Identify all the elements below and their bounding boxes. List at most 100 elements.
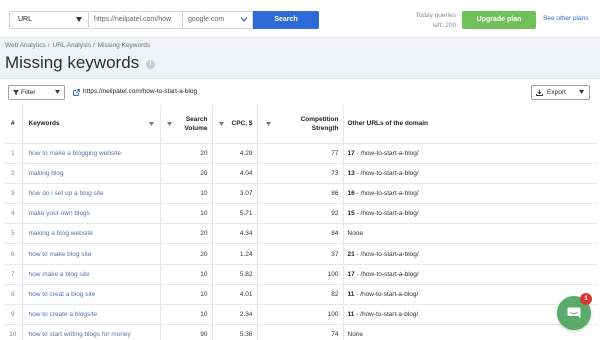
chevron-down-icon [241, 17, 247, 22]
other-urls-cell: 17 - /how-to-start-a-blog/ [343, 264, 598, 285]
export-label: Export [547, 89, 566, 96]
search-volume: 20 [160, 163, 213, 184]
other-urls-cell: 13 - /how-to-start-a-blog/ [343, 163, 598, 184]
other-url: - /how-to-start-a-blog/ [354, 189, 419, 197]
queries-label: Today queries [415, 12, 456, 19]
other-url: - /how-to-start-a-blog/ [354, 311, 419, 319]
other-urls-count: 13 [347, 169, 355, 177]
sort-icon[interactable] [265, 122, 271, 126]
keyword-link[interactable]: how to start writing blogs for money [22, 324, 161, 340]
competition-value: 100 [257, 264, 344, 285]
search-volume: 10 [160, 183, 213, 205]
header-search-volume[interactable]: Search Volume [160, 105, 213, 144]
header-keywords[interactable]: Keywords [22, 105, 161, 144]
row-number: 6 [4, 243, 23, 265]
table-row: 8 how to creat a blog site 10 4.01 82 11… [4, 284, 598, 306]
cpc-value: 4.29 [212, 143, 258, 164]
keyword-link[interactable]: how to make a blogging website [22, 143, 161, 164]
competition-value: 84 [257, 223, 344, 245]
other-urls-count: 16 [347, 189, 355, 197]
keyword-link[interactable]: making blog [22, 163, 161, 184]
sort-icon[interactable] [148, 122, 154, 126]
competition-value: 77 [257, 143, 344, 164]
table-row: 5 making a blog website 20 4.34 84 None [4, 223, 598, 245]
header-cpc[interactable]: CPC, $ [212, 105, 258, 144]
other-urls-none: None [347, 331, 364, 339]
search-volume: 20 [160, 143, 213, 164]
keyword-link[interactable]: how to create a blogsite [22, 304, 161, 326]
sort-icon[interactable] [166, 122, 172, 126]
other-url: - /how-to-start-a-blog/ [354, 290, 419, 298]
search-volume: 10 [160, 264, 213, 285]
table-row: 2 making blog 20 4.04 73 13 - /how-to-st… [4, 163, 598, 184]
search-volume: 10 [160, 304, 213, 326]
other-url: - /how-to-start-a-blog/ [354, 169, 419, 177]
table-row: 9 how to create a blogsite 10 2.34 100 1… [4, 304, 598, 326]
other-urls-none: None [347, 230, 364, 238]
competition-value: 82 [257, 284, 344, 306]
keyword-link[interactable]: how do i set up a blog site [22, 183, 161, 205]
row-number: 8 [4, 284, 23, 306]
competition-value: 92 [257, 203, 344, 225]
breadcrumb: Web Analytics / URL Analysis / Missing Keywo… [5, 42, 151, 49]
keyword-link[interactable]: how to creat a blog site [22, 284, 161, 306]
filter-button[interactable]: Filter [8, 85, 65, 100]
queries-count: left: 200 [432, 22, 456, 29]
notification-badge: 1 [580, 293, 592, 305]
competition-value: 37 [257, 243, 344, 265]
chevron-down-icon [76, 17, 82, 22]
search-mode-value: URL [18, 16, 33, 23]
other-urls-cell: 21 - /how-to-start-a-blog/ [343, 243, 598, 265]
search-engine-select[interactable]: google.com [183, 11, 253, 29]
row-number: 7 [4, 264, 23, 285]
cpc-value: 5.82 [212, 264, 258, 285]
other-urls-cell: 15 - /how-to-start-a-blog/ [343, 203, 598, 225]
table-row: 6 how to make blog site 20 1.24 37 21 - … [4, 243, 598, 265]
page-title: Missing keywords [5, 53, 140, 72]
header-competition[interactable]: Competition Strength [257, 105, 344, 144]
sort-icon[interactable] [218, 122, 224, 126]
cpc-value: 4.34 [212, 223, 258, 245]
search-volume: 90 [160, 324, 213, 340]
upgrade-plan-button[interactable]: Upgrade plan [462, 11, 536, 29]
other-urls-count: 17 [347, 270, 355, 278]
top-search-bar: URL https://neilpatel.com/how google.com… [0, 0, 600, 38]
cpc-value: 1.24 [212, 243, 258, 265]
competition-value: 74 [257, 324, 344, 340]
competition-value: 100 [257, 304, 344, 326]
breadcrumb-item[interactable]: URL Analysis [53, 42, 91, 49]
results-panel: Filter https://neilpatel.com/how-to-star… [0, 78, 600, 340]
chevron-down-icon [579, 90, 584, 94]
url-input[interactable]: https://neilpatel.com/how [90, 11, 183, 29]
export-button[interactable]: Export [531, 85, 590, 100]
info-icon[interactable]: i [146, 60, 155, 69]
cpc-value: 5.36 [212, 324, 258, 340]
breadcrumb-item[interactable]: Web Analytics [5, 42, 46, 49]
link-icon [73, 89, 80, 96]
keyword-link[interactable]: make your own blogs [22, 203, 161, 225]
keyword-link[interactable]: how to make blog site [22, 243, 161, 265]
see-other-plans-link[interactable]: See other plans [543, 15, 589, 22]
row-number: 1 [4, 143, 23, 164]
cpc-value: 4.01 [212, 284, 258, 306]
table-row: 10 how to start writing blogs for money … [4, 324, 598, 340]
row-number: 5 [4, 223, 23, 245]
search-button[interactable]: Search [253, 11, 319, 29]
search-volume: 10 [160, 203, 213, 225]
search-volume: 20 [160, 243, 213, 265]
row-number: 10 [4, 324, 23, 340]
search-volume: 10 [160, 284, 213, 306]
other-url: - /how-to-start-a-blog/ [354, 210, 419, 218]
search-mode-select[interactable]: URL [9, 11, 89, 29]
cpc-value: 4.04 [212, 163, 258, 184]
search-volume: 20 [160, 223, 213, 245]
other-urls-cell: None [343, 223, 598, 245]
other-url: - /how-to-start-a-blog/ [354, 250, 419, 258]
cpc-value: 5.71 [212, 203, 258, 225]
other-urls-cell: 17 - /how-to-start-a-blog/ [343, 143, 598, 164]
keyword-link[interactable]: making a blog website [22, 223, 161, 245]
other-url: - /how-to-start-a-blog/ [354, 149, 419, 157]
keyword-link[interactable]: how make a blog site [22, 264, 161, 285]
other-urls-cell: None [343, 324, 598, 340]
filter-label: Filter [21, 89, 36, 96]
